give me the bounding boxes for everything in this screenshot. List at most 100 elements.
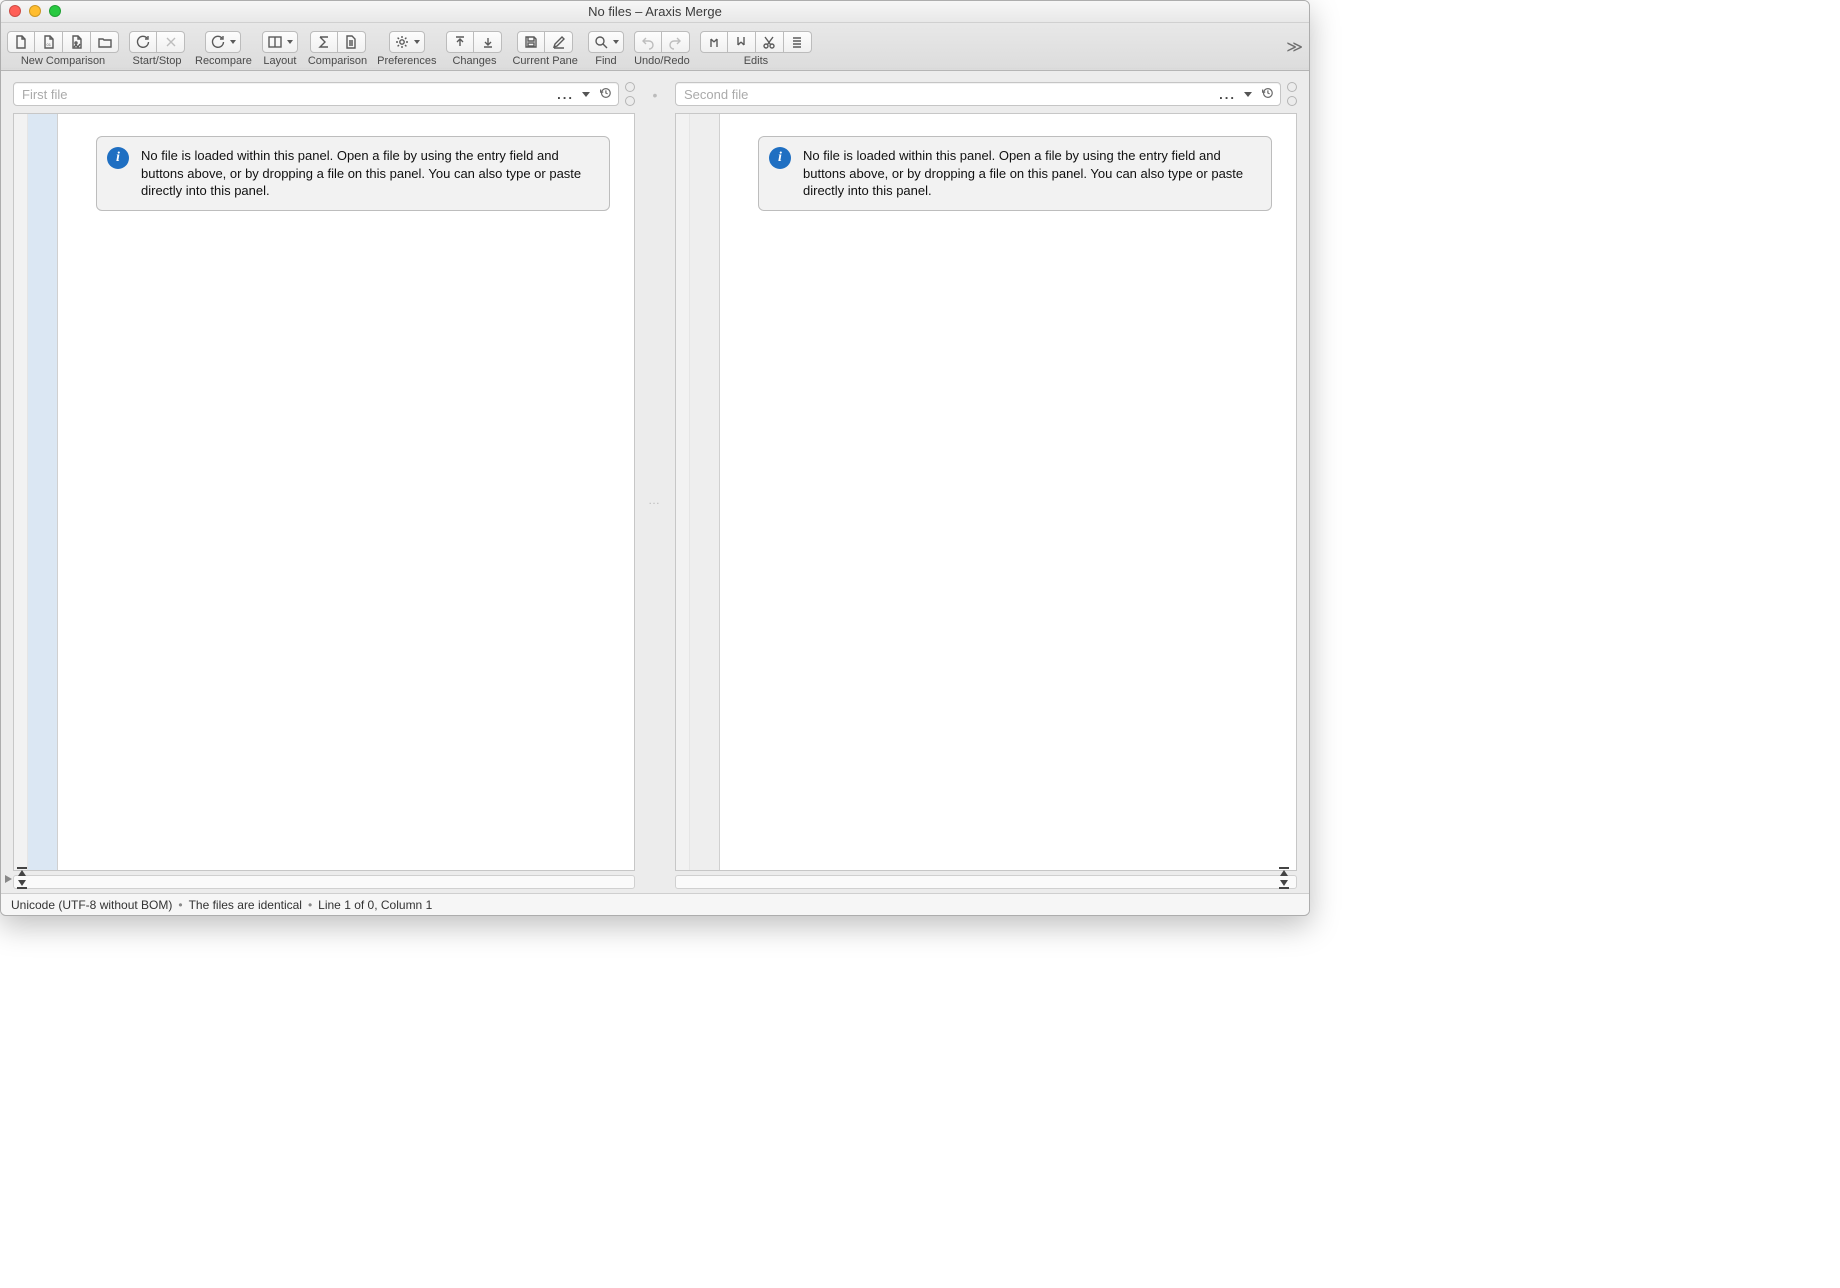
toolbar-label-current-pane: Current Pane bbox=[512, 55, 577, 67]
left-pane: First file ... i bbox=[1, 71, 635, 893]
toolbar-label-changes: Changes bbox=[452, 55, 496, 67]
app-window: No files – Araxis Merge New Comparison S… bbox=[0, 0, 1310, 916]
history-icon[interactable] bbox=[1260, 86, 1274, 103]
group-start-stop: Start/Stop bbox=[129, 31, 185, 67]
undo-button[interactable] bbox=[634, 31, 662, 53]
sync-indicator-icon bbox=[1287, 82, 1297, 92]
comparison-summary-button[interactable] bbox=[310, 31, 338, 53]
preferences-button[interactable] bbox=[389, 31, 425, 53]
pane-separator[interactable]: • … bbox=[635, 71, 675, 893]
group-preferences: Preferences bbox=[377, 31, 436, 67]
jump-top-button[interactable] bbox=[15, 867, 29, 877]
layout-button[interactable] bbox=[262, 31, 298, 53]
left-text-area[interactable]: i No file is loaded within this panel. O… bbox=[58, 114, 634, 870]
toolbar-label-find: Find bbox=[595, 55, 616, 67]
status-sep: • bbox=[308, 898, 312, 912]
zoom-window-button[interactable] bbox=[49, 5, 61, 17]
right-pane: Second file ... i bbox=[675, 71, 1309, 893]
left-file-placeholder: First file bbox=[22, 87, 68, 102]
left-line-gutter bbox=[28, 114, 58, 870]
left-nav-arrows bbox=[15, 867, 33, 889]
info-icon: i bbox=[769, 147, 791, 169]
browse-icon[interactable]: ... bbox=[1219, 87, 1236, 102]
right-file-input[interactable]: Second file ... bbox=[675, 82, 1281, 106]
left-overview-ruler[interactable] bbox=[14, 114, 28, 870]
close-window-button[interactable] bbox=[9, 5, 21, 17]
status-state: The files are identical bbox=[189, 898, 302, 912]
comparison-report-button[interactable] bbox=[338, 31, 366, 53]
left-file-input[interactable]: First file ... bbox=[13, 82, 619, 106]
merge-left-button[interactable] bbox=[700, 31, 728, 53]
toolbar-label-layout: Layout bbox=[263, 55, 296, 67]
right-line-gutter bbox=[690, 114, 720, 870]
delete-change-button[interactable] bbox=[756, 31, 784, 53]
left-filebar: First file ... bbox=[13, 81, 635, 107]
right-filebar: Second file ... bbox=[675, 81, 1297, 107]
minimize-window-button[interactable] bbox=[29, 5, 41, 17]
separator-handle-icon[interactable]: … bbox=[648, 107, 662, 893]
redo-button[interactable] bbox=[662, 31, 690, 53]
status-sep: • bbox=[178, 898, 182, 912]
new-folder-comparison-button[interactable] bbox=[91, 31, 119, 53]
group-new-comparison: New Comparison bbox=[7, 31, 119, 67]
toolbar-overflow-button[interactable]: ≫ bbox=[1286, 37, 1303, 57]
group-edits: Edits bbox=[700, 31, 812, 67]
toolbar-label-edits: Edits bbox=[744, 55, 768, 67]
group-find: Find bbox=[588, 31, 624, 67]
start-button[interactable] bbox=[129, 31, 157, 53]
group-layout: Layout bbox=[262, 31, 298, 67]
right-text-area[interactable]: i No file is loaded within this panel. O… bbox=[720, 114, 1296, 870]
previous-change-button[interactable] bbox=[446, 31, 474, 53]
left-horizontal-scrollbar[interactable] bbox=[13, 875, 635, 889]
statusbar: Unicode (UTF-8 without BOM) • The files … bbox=[1, 893, 1309, 915]
toolbar-label-recompare: Recompare bbox=[195, 55, 252, 67]
right-horizontal-scrollbar[interactable] bbox=[675, 875, 1297, 889]
jump-top-button[interactable] bbox=[1277, 867, 1291, 877]
right-file-placeholder: Second file bbox=[684, 87, 748, 102]
jump-bottom-button[interactable] bbox=[1277, 879, 1291, 889]
toolbar: New Comparison Start/Stop Recompare Layo… bbox=[1, 23, 1309, 71]
group-comparison: Comparison bbox=[308, 31, 367, 67]
info-icon: i bbox=[107, 147, 129, 169]
chevron-down-icon[interactable] bbox=[582, 92, 590, 97]
save-pane-button[interactable] bbox=[517, 31, 545, 53]
status-position: Line 1 of 0, Column 1 bbox=[318, 898, 432, 912]
next-change-button[interactable] bbox=[474, 31, 502, 53]
sync-indicator-icon bbox=[1287, 96, 1297, 106]
right-sync-indicators bbox=[1287, 82, 1297, 106]
left-sync-indicators bbox=[625, 82, 635, 106]
edit-pane-button[interactable] bbox=[545, 31, 573, 53]
edits-options-button[interactable] bbox=[784, 31, 812, 53]
left-info-box: i No file is loaded within this panel. O… bbox=[96, 136, 610, 211]
status-encoding: Unicode (UTF-8 without BOM) bbox=[11, 898, 172, 912]
new-image-comparison-button[interactable] bbox=[63, 31, 91, 53]
group-current-pane: Current Pane bbox=[512, 31, 577, 67]
sync-indicator-icon bbox=[625, 82, 635, 92]
stop-button[interactable] bbox=[157, 31, 185, 53]
right-nav-arrows bbox=[1277, 867, 1295, 889]
find-button[interactable] bbox=[588, 31, 624, 53]
toolbar-label-undo-redo: Undo/Redo bbox=[634, 55, 690, 67]
browse-icon[interactable]: ... bbox=[557, 87, 574, 102]
history-icon[interactable] bbox=[598, 86, 612, 103]
toolbar-label-start-stop: Start/Stop bbox=[133, 55, 182, 67]
toolbar-label-comparison: Comparison bbox=[308, 55, 367, 67]
titlebar: No files – Araxis Merge bbox=[1, 1, 1309, 23]
main-area: First file ... i bbox=[1, 71, 1309, 893]
right-overview-ruler[interactable] bbox=[676, 114, 690, 870]
right-info-text: No file is loaded within this panel. Ope… bbox=[803, 148, 1243, 198]
window-title: No files – Araxis Merge bbox=[588, 4, 722, 19]
new-text-comparison-button[interactable] bbox=[7, 31, 35, 53]
recompare-button[interactable] bbox=[205, 31, 241, 53]
new-binary-comparison-button[interactable] bbox=[35, 31, 63, 53]
chevron-down-icon[interactable] bbox=[1244, 92, 1252, 97]
toolbar-label-preferences: Preferences bbox=[377, 55, 436, 67]
right-info-box: i No file is loaded within this panel. O… bbox=[758, 136, 1272, 211]
jump-bottom-button[interactable] bbox=[15, 879, 29, 889]
window-controls bbox=[9, 5, 61, 17]
expand-handle-icon[interactable] bbox=[3, 872, 13, 887]
merge-right-button[interactable] bbox=[728, 31, 756, 53]
right-editor[interactable]: i No file is loaded within this panel. O… bbox=[675, 113, 1297, 871]
separator-top-dot: • bbox=[653, 83, 658, 107]
left-editor[interactable]: i No file is loaded within this panel. O… bbox=[13, 113, 635, 871]
